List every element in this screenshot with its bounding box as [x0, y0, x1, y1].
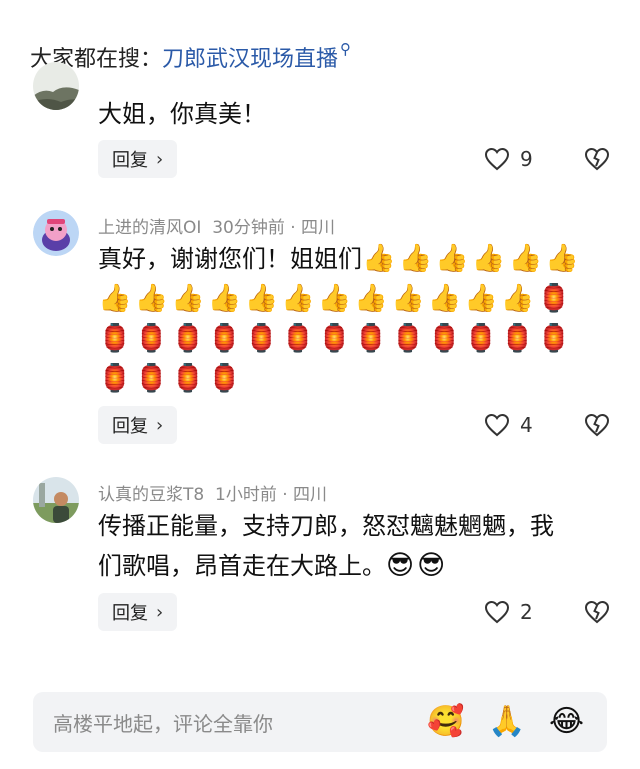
thumbs-up-emoji: 👍👍👍👍👍👍: [362, 243, 582, 274]
reply-label: 回复: [112, 416, 148, 437]
search-icon: ⚲: [340, 40, 352, 58]
heart-icon: [484, 147, 510, 171]
like-count: 4: [520, 413, 533, 437]
like-count: 9: [520, 147, 533, 171]
heart-icon: [484, 413, 510, 437]
reply-label: 回复: [112, 150, 148, 171]
reply-button[interactable]: 回复 ›: [98, 593, 178, 631]
dislike-icon[interactable]: [584, 413, 610, 437]
trending-search-query[interactable]: 刀郎武汉现场直播: [162, 41, 338, 73]
dislike-icon[interactable]: [584, 600, 610, 624]
trending-search-banner[interactable]: 大家都在搜： 刀郎武汉现场直播 ⚲: [30, 40, 351, 74]
avatar[interactable]: [33, 477, 79, 523]
comment-meta: 认真的豆浆T8 1小时前 · 四川: [98, 480, 327, 505]
emoji-line: 🏮🏮🏮🏮: [98, 363, 245, 394]
comment-input-placeholder[interactable]: 高楼平地起，评论全靠你: [53, 708, 273, 737]
comment-time: 30分钟前 · 四川: [212, 218, 336, 238]
smiling-hearts-emoji-button[interactable]: 🥰: [427, 704, 464, 739]
comment-text: 们歌唱，昂首走在大路上。: [98, 552, 386, 580]
chevron-right-icon: ›: [156, 414, 164, 436]
reply-label: 回复: [112, 603, 148, 624]
comment-time: 1小时前 · 四川: [215, 485, 328, 505]
sunglasses-emoji: 😎😎: [386, 550, 449, 581]
comment-input-bar[interactable]: 高楼平地起，评论全靠你 🥰 🙏 😂: [33, 692, 607, 752]
like-button[interactable]: 9: [484, 147, 533, 171]
like-button[interactable]: 2: [484, 600, 533, 624]
avatar[interactable]: [33, 62, 79, 110]
comment-text: 大姐，你真美！: [98, 100, 266, 128]
comment-text-block: 传播正能量，支持刀郎，怒怼魑魅魍魉，我 们歌唱，昂首走在大路上。😎😎: [98, 506, 608, 586]
heart-icon: [484, 600, 510, 624]
avatar[interactable]: [33, 210, 79, 256]
emoji-line: 🏮🏮🏮🏮🏮🏮🏮🏮🏮🏮🏮🏮🏮: [98, 323, 575, 354]
laughing-emoji-button[interactable]: 😂: [549, 704, 584, 739]
reply-button[interactable]: 回复 ›: [98, 140, 178, 178]
like-count: 2: [520, 600, 533, 624]
chevron-right-icon: ›: [156, 601, 164, 623]
username[interactable]: 上进的清风OI: [98, 218, 201, 238]
comment-text-block: 真好，谢谢您们！姐姐们👍👍👍👍👍👍 👍👍👍👍👍👍👍👍👍👍👍👍🏮 🏮🏮🏮🏮🏮🏮🏮🏮…: [98, 239, 608, 399]
reply-button[interactable]: 回复 ›: [98, 406, 178, 444]
like-button[interactable]: 4: [484, 413, 533, 437]
folded-hands-emoji-button[interactable]: 🙏: [488, 704, 525, 739]
comment-text: 传播正能量，支持刀郎，怒怼魑魅魍魉，我: [98, 512, 554, 540]
chevron-right-icon: ›: [156, 148, 164, 170]
emoji-line: 👍👍👍👍👍👍👍👍👍👍👍👍🏮: [98, 283, 575, 314]
dislike-icon[interactable]: [584, 147, 610, 171]
username[interactable]: 认真的豆浆T8: [98, 485, 204, 505]
comment-meta: 上进的清风OI 30分钟前 · 四川: [98, 213, 335, 238]
comment-text: 真好，谢谢您们！姐姐们: [98, 245, 362, 273]
